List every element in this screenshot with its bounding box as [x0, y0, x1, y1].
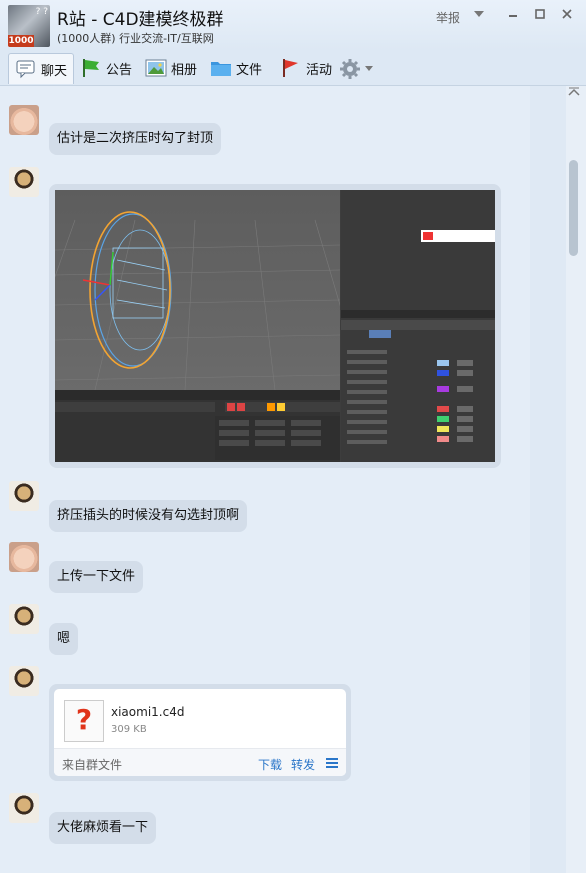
group-avatar[interactable]: ? ? 1000 — [8, 5, 50, 47]
scrollbar-thumb[interactable] — [569, 160, 578, 256]
tab-announcement[interactable]: 公告 — [80, 53, 132, 83]
tab-album-label: 相册 — [171, 62, 198, 78]
folder-icon — [210, 58, 232, 78]
image-message[interactable] — [49, 184, 501, 468]
file-actions: 来自群文件 下载 转发 — [54, 748, 346, 776]
settings-menu[interactable] — [339, 53, 373, 83]
group-subtitle: (1000人群) 行业交流-IT/互联网 — [57, 32, 214, 45]
message-bubble: 嗯 — [49, 623, 79, 655]
minimize-icon[interactable] — [506, 8, 520, 22]
message-bubble: 大佬麻烦看一下 — [49, 812, 157, 844]
unknown-file-icon: ? — [64, 700, 104, 742]
avatar[interactable] — [9, 666, 39, 696]
report-button[interactable]: 举报 — [436, 9, 460, 26]
c4d-screenshot-image[interactable] — [55, 190, 495, 462]
avatar[interactable] — [9, 542, 39, 572]
tab-activity-label: 活动 — [306, 62, 333, 78]
flag-green-icon — [80, 58, 102, 78]
picture-icon — [145, 58, 167, 78]
collapse-icon[interactable] — [568, 86, 580, 100]
question-glyph: ? ? — [35, 7, 48, 17]
timeline-panel — [55, 390, 340, 462]
file-icon-glyph: ? — [75, 703, 93, 736]
menu-icon[interactable] — [326, 758, 338, 768]
tab-chat[interactable]: 聊天 — [8, 53, 75, 84]
file-size: 309 KB — [111, 724, 147, 735]
close-icon[interactable] — [560, 8, 574, 22]
tab-activity[interactable]: 活动 — [280, 53, 332, 83]
attributes-panel — [341, 190, 495, 462]
dropdown-arrow-icon[interactable] — [472, 8, 486, 22]
file-source: 来自群文件 — [62, 758, 123, 772]
chevron-down-icon — [365, 61, 373, 76]
download-button[interactable]: 下载 — [258, 756, 282, 773]
flag-red-icon — [280, 58, 302, 78]
message-bubble: 估计是二次挤压时勾了封顶 — [49, 123, 222, 155]
file-card[interactable]: ? xiaomi1.c4d 309 KB 来自群文件 下载 转发 — [54, 689, 346, 776]
file-name[interactable]: xiaomi1.c4d — [111, 705, 184, 719]
group-title: R站 - C4D建模终极群 — [57, 10, 224, 30]
message-bubble: 上传一下文件 — [49, 561, 144, 593]
avatar[interactable] — [9, 167, 39, 197]
tab-album[interactable]: 相册 — [145, 53, 197, 83]
message-bubble: 挤压插头的时候没有勾选封顶啊 — [49, 500, 248, 532]
chat-icon — [15, 59, 37, 79]
title-bar: ? ? 1000 R站 - C4D建模终极群 (1000人群) 行业交流-IT/… — [0, 0, 586, 50]
avatar[interactable] — [9, 105, 39, 135]
member-count-badge: 1000 — [8, 35, 34, 47]
tab-files-label: 文件 — [236, 62, 263, 78]
avatar[interactable] — [9, 481, 39, 511]
forward-button[interactable]: 转发 — [291, 756, 315, 773]
avatar[interactable] — [9, 604, 39, 634]
maximize-icon[interactable] — [533, 8, 547, 22]
tab-announcement-label: 公告 — [106, 62, 133, 78]
avatar[interactable] — [9, 793, 39, 823]
viewport-render — [55, 190, 366, 391]
toolbar: 聊天 公告 相册 文件 活动 — [0, 50, 586, 86]
tab-files[interactable]: 文件 — [210, 53, 262, 83]
tab-chat-label: 聊天 — [41, 63, 68, 79]
gear-icon — [339, 58, 361, 79]
file-message[interactable]: ? xiaomi1.c4d 309 KB 来自群文件 下载 转发 — [49, 684, 351, 781]
